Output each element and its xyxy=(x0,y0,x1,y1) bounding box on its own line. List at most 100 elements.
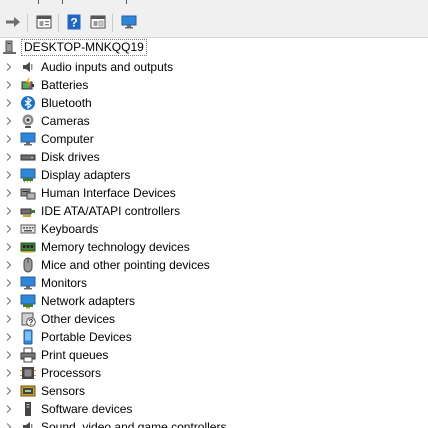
tree-node[interactable]: Batteries xyxy=(0,76,428,94)
help-button[interactable]: ? xyxy=(64,12,84,32)
chevron-right-icon[interactable] xyxy=(4,404,14,414)
view-button[interactable] xyxy=(88,12,108,32)
tree-node-label: Computer xyxy=(41,132,94,146)
chevron-right-icon[interactable] xyxy=(4,314,14,324)
chevron-right-icon[interactable] xyxy=(4,242,14,252)
speaker-icon xyxy=(23,62,33,72)
tree-node[interactable]: Human Interface Devices xyxy=(0,184,428,202)
chevron-right-icon[interactable] xyxy=(4,116,14,126)
tree-node[interactable]: Display adapters xyxy=(0,166,428,184)
device-tree: DESKTOP-MNKQQ19 Audio inputs and outputs… xyxy=(0,38,428,428)
tree-node-label: Processors xyxy=(41,366,102,380)
tree-node-label: Memory technology devices xyxy=(41,240,190,254)
chevron-right-icon[interactable] xyxy=(4,188,14,198)
chevron-right-icon[interactable] xyxy=(4,386,14,396)
tree-node[interactable]: Portable Devices xyxy=(0,328,428,346)
tree-node[interactable]: Computer xyxy=(0,130,428,148)
chevron-right-icon[interactable] xyxy=(4,98,14,108)
sensor-icon xyxy=(20,385,36,397)
printer-icon xyxy=(20,347,36,363)
tree-node[interactable]: Processors xyxy=(0,364,428,382)
properties-icon xyxy=(36,15,52,29)
monitor-icon xyxy=(121,15,137,29)
tree-node[interactable]: Memory technology devices xyxy=(0,238,428,256)
tree-node-label: Mice and other pointing devices xyxy=(41,258,210,272)
sound-controller-icon xyxy=(23,422,33,428)
memory-icon xyxy=(20,242,36,253)
tree-root[interactable]: DESKTOP-MNKQQ19 xyxy=(2,39,147,56)
scan-hardware-button[interactable] xyxy=(119,12,139,32)
chevron-right-icon[interactable] xyxy=(4,278,14,288)
tree-node-label: Display adapters xyxy=(41,168,131,182)
processor-icon xyxy=(20,367,36,379)
display-adapter-icon xyxy=(20,168,36,183)
chevron-right-icon[interactable] xyxy=(4,368,14,378)
tree-node[interactable]: Keyboards xyxy=(0,220,428,238)
tree-node-label: Other devices xyxy=(41,312,116,326)
chevron-right-icon[interactable] xyxy=(4,296,14,306)
chevron-right-icon[interactable] xyxy=(4,134,14,144)
console-view-icon xyxy=(90,15,106,29)
tree-node[interactable]: Sensors xyxy=(0,382,428,400)
tree-node[interactable]: Cameras xyxy=(0,112,428,130)
chevron-right-icon[interactable] xyxy=(4,62,14,72)
tree-node[interactable]: Sound, video and game controllers xyxy=(0,418,428,428)
svg-text:?: ? xyxy=(29,318,34,327)
chevron-right-icon[interactable] xyxy=(4,350,14,360)
tree-node-label: Sound, video and game controllers xyxy=(41,420,227,428)
keyboard-icon xyxy=(20,224,36,234)
tree-node-label: Software devices xyxy=(41,402,133,416)
battery-icon xyxy=(21,77,34,90)
tree-node[interactable]: Mice and other pointing devices xyxy=(0,256,428,274)
tree-node-label: Audio inputs and outputs xyxy=(41,60,174,74)
tree-node-label: Sensors xyxy=(41,384,86,398)
tree-node-label: Monitors xyxy=(41,276,88,290)
portable-device-icon xyxy=(23,329,33,345)
chevron-right-icon[interactable] xyxy=(4,224,14,234)
bluetooth-icon xyxy=(21,96,35,110)
tree-node-label: Print queues xyxy=(41,348,109,362)
tree-node[interactable]: Network adapters xyxy=(0,292,428,310)
tree-node-label: Keyboards xyxy=(41,222,99,236)
tree-node-label: Network adapters xyxy=(41,294,136,308)
tree-node-label: Cameras xyxy=(41,114,90,128)
tree-node[interactable]: Bluetooth xyxy=(0,94,428,112)
properties-button[interactable] xyxy=(34,12,54,32)
tree-node-label: Bluetooth xyxy=(41,96,92,110)
tree-node[interactable]: Audio inputs and outputs xyxy=(0,58,428,76)
camera-icon xyxy=(22,114,34,128)
chevron-right-icon[interactable] xyxy=(4,170,14,180)
forward-button[interactable] xyxy=(3,12,23,32)
help-icon: ? xyxy=(67,14,81,30)
arrow-right-icon xyxy=(6,17,20,27)
disk-drive-icon xyxy=(20,154,36,161)
chevron-right-icon[interactable] xyxy=(4,422,14,428)
toolbar: ? xyxy=(0,6,428,38)
tree-node-label: Batteries xyxy=(41,78,89,92)
chevron-right-icon[interactable] xyxy=(4,332,14,342)
tree-node[interactable]: Disk drives xyxy=(0,148,428,166)
chevron-right-icon[interactable] xyxy=(4,260,14,270)
computer-icon xyxy=(20,132,36,146)
tree-node[interactable]: ? Other devices xyxy=(0,310,428,328)
unknown-device-icon: ? xyxy=(21,312,36,327)
chevron-right-icon[interactable] xyxy=(4,80,14,90)
software-device-icon xyxy=(25,402,31,416)
ide-controller-icon xyxy=(20,208,35,217)
tree-node[interactable]: Software devices xyxy=(0,400,428,418)
tree-node[interactable]: Monitors xyxy=(0,274,428,292)
chevron-right-icon[interactable] xyxy=(4,152,14,162)
hid-icon xyxy=(20,188,36,200)
computer-tower-icon xyxy=(3,40,16,54)
svg-text:?: ? xyxy=(70,16,77,30)
tree-node-label: Disk drives xyxy=(41,150,100,164)
tree-node-label: Human Interface Devices xyxy=(41,186,176,200)
network-adapter-icon xyxy=(20,294,36,309)
monitor-icon xyxy=(20,276,36,290)
tree-node-label: Portable Devices xyxy=(41,330,132,344)
tree-root-label[interactable]: DESKTOP-MNKQQ19 xyxy=(21,39,147,56)
tree-node[interactable]: IDE ATA/ATAPI controllers xyxy=(0,202,428,220)
chevron-right-icon[interactable] xyxy=(4,206,14,216)
mouse-icon xyxy=(23,257,33,273)
tree-node[interactable]: Print queues xyxy=(0,346,428,364)
